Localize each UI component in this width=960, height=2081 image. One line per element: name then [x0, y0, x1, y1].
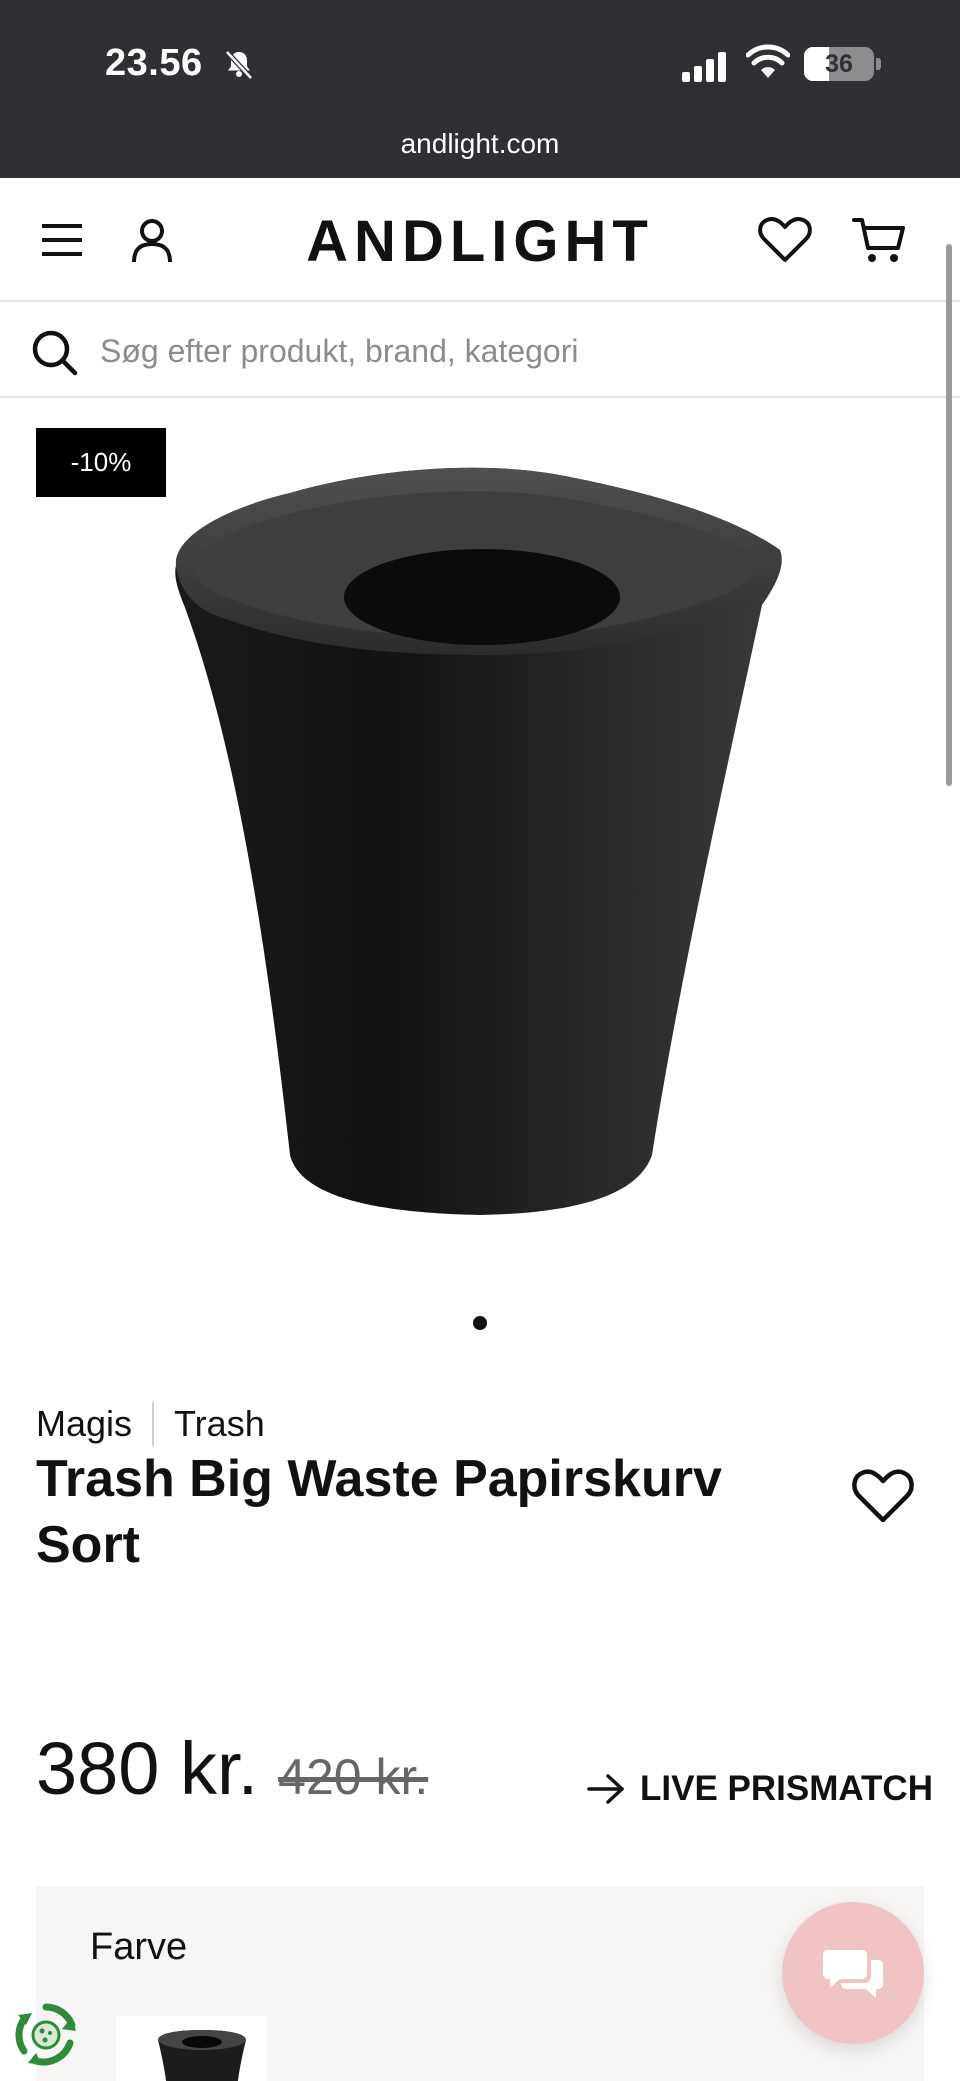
status-bar: 23.56 36 andlight.com	[0, 0, 960, 178]
product-image[interactable]	[170, 455, 790, 1215]
color-label: Farve	[90, 1926, 188, 1968]
status-time: 23.56	[105, 42, 203, 84]
carousel-dot[interactable]	[473, 1316, 487, 1330]
live-prismatch-link[interactable]: LIVE PRISMATCH	[586, 1763, 933, 1815]
add-to-wishlist-heart-icon[interactable]	[852, 1468, 914, 1524]
bell-muted-icon	[225, 50, 253, 80]
brand-link[interactable]: Magis	[36, 1403, 132, 1445]
scrollbar-thumb[interactable]	[946, 244, 952, 786]
recycle-badge-icon[interactable]	[14, 2003, 78, 2067]
color-swatch-image	[158, 2030, 246, 2081]
search-bar	[0, 304, 960, 398]
price-current: 380 kr.	[36, 1727, 259, 1810]
battery-tip	[876, 58, 881, 70]
search-icon[interactable]	[30, 328, 78, 376]
search-input[interactable]	[100, 322, 920, 380]
account-icon[interactable]	[128, 216, 176, 264]
arrow-right-icon	[587, 1774, 624, 1804]
cart-icon[interactable]	[852, 216, 906, 264]
breadcrumb-divider	[152, 1402, 155, 1446]
wifi-icon	[746, 44, 790, 78]
battery-level: 36	[825, 50, 853, 78]
chat-bubbles-icon	[823, 1950, 883, 1998]
site-header: ANDLIGHT	[0, 178, 960, 302]
brand-breadcrumb: Magis Trash	[36, 1402, 265, 1446]
discount-badge: -10%	[36, 428, 166, 497]
battery-indicator: 36	[804, 47, 874, 81]
signal-icon	[682, 52, 726, 82]
chat-button[interactable]	[782, 1902, 924, 2044]
url-bar[interactable]: andlight.com	[0, 128, 960, 160]
wishlist-icon[interactable]	[758, 216, 812, 264]
price-row: 380 kr. 420 kr.	[36, 1726, 428, 1810]
menu-icon[interactable]	[38, 216, 86, 264]
color-option-sort[interactable]	[116, 2016, 266, 2081]
product-title: Trash Big Waste Papirskurv Sort	[36, 1450, 722, 1574]
prismatch-label: LIVE PRISMATCH	[640, 1769, 933, 1808]
collection-link[interactable]: Trash	[174, 1403, 265, 1445]
price-old: 420 kr.	[278, 1749, 429, 1805]
